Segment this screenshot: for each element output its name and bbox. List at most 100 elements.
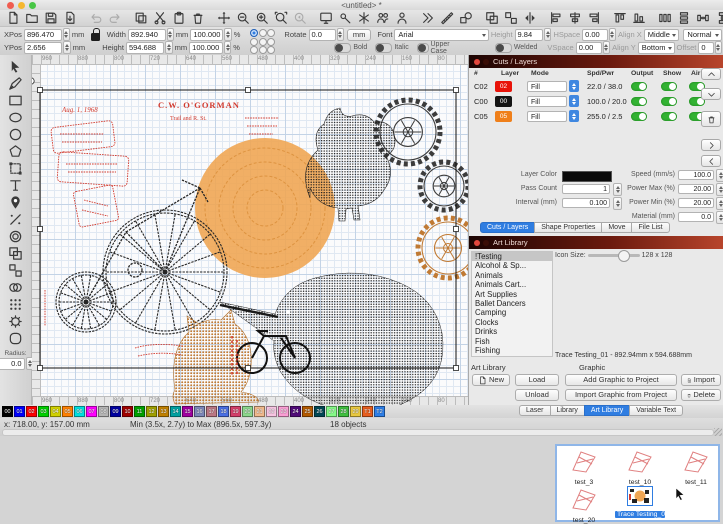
- folder-item[interactable]: Animals: [472, 271, 552, 280]
- palette-swatch-19[interactable]: 19: [230, 406, 241, 417]
- pattern-icon[interactable]: [8, 314, 23, 329]
- palette-swatch-T2[interactable]: T2: [374, 406, 385, 417]
- power-min-field[interactable]: 20.00: [678, 198, 714, 208]
- panel-close-icon[interactable]: [474, 59, 480, 65]
- redo-icon[interactable]: [108, 11, 122, 25]
- cut-icon[interactable]: [153, 11, 167, 25]
- xpos-stepper[interactable]: [63, 28, 70, 41]
- toggle-italic[interactable]: Italic: [375, 41, 408, 55]
- offset-stepper[interactable]: [715, 41, 722, 54]
- delete-layer-button[interactable]: [701, 111, 721, 127]
- folder-item[interactable]: Art Supplies: [472, 290, 552, 299]
- palette-swatch-02[interactable]: 02: [26, 406, 37, 417]
- palette-swatch-11[interactable]: 11: [134, 406, 145, 417]
- flip-h-icon[interactable]: [523, 11, 537, 25]
- tab-laser[interactable]: Laser: [519, 405, 551, 416]
- lock-aspect-icon[interactable]: [91, 33, 99, 41]
- move-layer-up-button[interactable]: [701, 68, 721, 80]
- horizontal-scrollbar[interactable]: [2, 429, 714, 436]
- delete-icon[interactable]: [191, 11, 205, 25]
- palette-swatch-07[interactable]: 07: [86, 406, 97, 417]
- folder-item[interactable]: Animals Cart...: [472, 280, 552, 289]
- palette-swatch-14[interactable]: 14: [170, 406, 181, 417]
- new-file-icon[interactable]: [6, 11, 20, 25]
- text-icon[interactable]: [8, 178, 23, 193]
- polygon-icon[interactable]: [8, 144, 23, 159]
- palette-swatch-27[interactable]: 27: [326, 406, 337, 417]
- art-library-grid[interactable]: test_3test_10test_11test_20Trace Testing…: [555, 444, 720, 522]
- sketch-icon[interactable]: [8, 212, 23, 227]
- device-settings-icon[interactable]: [338, 11, 352, 25]
- palette-swatch-03[interactable]: 03: [38, 406, 49, 417]
- palette-swatch-20[interactable]: 20: [242, 406, 253, 417]
- vspace-field[interactable]: 0.00: [576, 42, 602, 54]
- array-icon[interactable]: [8, 297, 23, 312]
- output-toggle[interactable]: [631, 112, 647, 121]
- layer-mode[interactable]: Fill: [527, 96, 567, 107]
- radius-field[interactable]: 0.0: [0, 358, 25, 370]
- toggle-bold[interactable]: Bold: [334, 41, 367, 55]
- palette-swatch-18[interactable]: 18: [218, 406, 229, 417]
- ypos-field[interactable]: 2.656: [24, 42, 62, 54]
- power-max-field[interactable]: 20.00: [678, 184, 714, 194]
- delete-button[interactable]: Delete: [681, 389, 721, 401]
- layer-back-button[interactable]: [701, 155, 721, 167]
- mode-spinner[interactable]: [569, 80, 579, 92]
- palette-swatch-21[interactable]: 21: [254, 406, 265, 417]
- paste-icon[interactable]: [172, 11, 186, 25]
- circle-icon[interactable]: [8, 127, 23, 142]
- tab-library[interactable]: Library: [550, 405, 585, 416]
- art-item[interactable]: test_10: [615, 448, 665, 486]
- height-percent-field[interactable]: 100.000: [189, 42, 223, 54]
- palette-swatch-05[interactable]: 05: [62, 406, 73, 417]
- space-v-icon[interactable]: [715, 11, 723, 25]
- folder-item[interactable]: Ballet Dancers: [472, 299, 552, 308]
- ungroup-icon[interactable]: [8, 263, 23, 278]
- measure-icon[interactable]: [440, 11, 454, 25]
- tab-art-library[interactable]: Art Library: [584, 405, 630, 416]
- user-icon[interactable]: [395, 11, 409, 25]
- height-stepper[interactable]: [165, 41, 172, 54]
- art-item[interactable]: test_3: [559, 448, 609, 486]
- anchor-dot-1[interactable]: [259, 29, 267, 37]
- frame-preview-icon[interactable]: [319, 11, 333, 25]
- show-toggle[interactable]: [661, 112, 677, 121]
- rotate-field[interactable]: 0.0: [309, 29, 336, 41]
- palette-swatch-00[interactable]: 00: [2, 406, 13, 417]
- ellipse-icon[interactable]: [8, 110, 23, 125]
- palette-swatch-06[interactable]: 06: [74, 406, 85, 417]
- hspace-field[interactable]: 0.00: [582, 29, 608, 41]
- users-icon[interactable]: [376, 11, 390, 25]
- rotate-stepper[interactable]: [337, 28, 344, 41]
- group-icon[interactable]: [485, 11, 499, 25]
- palette-swatch-T1[interactable]: T1: [362, 406, 373, 417]
- copy-icon[interactable]: [134, 11, 148, 25]
- palette-swatch-01[interactable]: 01: [14, 406, 25, 417]
- tab-file-list[interactable]: File List: [631, 222, 669, 233]
- palette-swatch-24[interactable]: 24: [290, 406, 301, 417]
- layer-color-chip[interactable]: 00: [495, 96, 512, 107]
- layer-color-chip[interactable]: 05: [495, 111, 512, 122]
- slider-knob[interactable]: [618, 250, 630, 262]
- width-percent-field[interactable]: 100.000: [190, 29, 223, 41]
- panel-collapse-icon[interactable]: [483, 240, 489, 246]
- material-field[interactable]: 0.0: [678, 212, 714, 222]
- align-bottom-icon[interactable]: [632, 11, 646, 25]
- tab-variable-text[interactable]: Variable Text: [629, 405, 683, 416]
- toggle-upper-case[interactable]: Upper Case: [417, 41, 455, 55]
- palette-swatch-13[interactable]: 13: [158, 406, 169, 417]
- vspace-stepper[interactable]: [603, 41, 610, 54]
- edit-nodes-icon[interactable]: [8, 161, 23, 176]
- draw-lines-icon[interactable]: [8, 76, 23, 91]
- move-layer-down-button[interactable]: [701, 88, 721, 100]
- height-percent-stepper[interactable]: [224, 41, 231, 54]
- align-left-icon[interactable]: [549, 11, 563, 25]
- unload-button[interactable]: Unload: [515, 389, 559, 401]
- palette-swatch-28[interactable]: 28: [338, 406, 349, 417]
- add-graphic-button[interactable]: Add Graphic to Project: [565, 374, 677, 386]
- anchor-dot-0[interactable]: [250, 29, 258, 37]
- speed-stepper[interactable]: [716, 169, 723, 182]
- select-icon[interactable]: [8, 59, 23, 74]
- align-center-h-icon[interactable]: [568, 11, 582, 25]
- panel-collapse-icon[interactable]: [483, 59, 489, 65]
